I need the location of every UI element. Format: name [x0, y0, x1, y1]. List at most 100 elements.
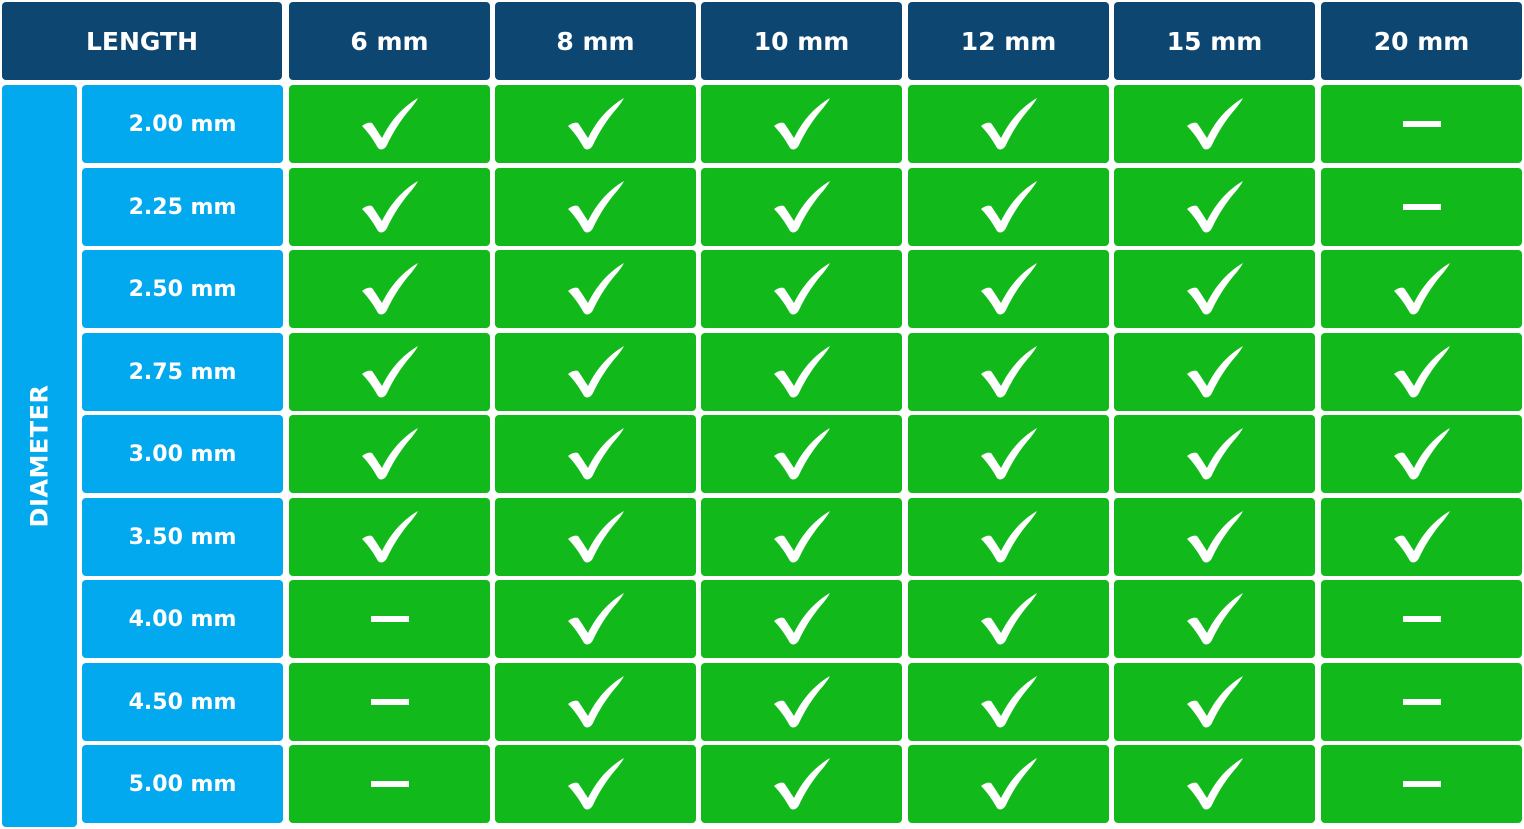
- table-cell: [908, 663, 1109, 741]
- check-icon: [980, 98, 1037, 150]
- check-icon: [1393, 511, 1450, 563]
- table-cell: [289, 663, 490, 741]
- table-cell: [1321, 85, 1522, 163]
- check-icon: [773, 428, 830, 480]
- check-icon: [980, 263, 1037, 315]
- check-icon: [1186, 428, 1243, 480]
- table-cell: [495, 580, 696, 658]
- check-icon: [567, 593, 624, 645]
- column-header: 15 mm: [1114, 2, 1315, 80]
- table-cell: [908, 745, 1109, 823]
- dash-icon: [1402, 616, 1441, 622]
- check-icon: [980, 676, 1037, 728]
- table-cell: [495, 168, 696, 246]
- table-cell: [495, 745, 696, 823]
- check-icon: [773, 181, 830, 233]
- table-cell: [1114, 85, 1315, 163]
- row-header: 3.00 mm: [82, 415, 283, 493]
- table-cell: [1114, 333, 1315, 411]
- table-cell: [701, 415, 902, 493]
- table-cell: [495, 333, 696, 411]
- table-cell: [495, 498, 696, 576]
- table-cell: [495, 250, 696, 328]
- table-cell: [1114, 168, 1315, 246]
- check-icon: [361, 346, 418, 398]
- check-icon: [773, 511, 830, 563]
- diameter-label: DIAMETER: [2, 85, 77, 827]
- table-cell: [289, 580, 490, 658]
- table-cell: [701, 663, 902, 741]
- table-cell: [908, 580, 1109, 658]
- table-cell: [1114, 663, 1315, 741]
- table-cell: [289, 745, 490, 823]
- check-icon: [773, 676, 830, 728]
- check-icon: [1186, 263, 1243, 315]
- check-icon: [361, 428, 418, 480]
- table-cell: [1321, 250, 1522, 328]
- check-icon: [980, 593, 1037, 645]
- check-icon: [773, 593, 830, 645]
- check-icon: [361, 263, 418, 315]
- row-header: 2.25 mm: [82, 168, 283, 246]
- check-icon: [1186, 511, 1243, 563]
- check-icon: [1186, 98, 1243, 150]
- column-header: 12 mm: [908, 2, 1109, 80]
- length-header: LENGTH: [2, 2, 282, 80]
- dash-icon: [370, 616, 409, 622]
- check-icon: [773, 263, 830, 315]
- table-cell: [289, 498, 490, 576]
- row-header: 4.50 mm: [82, 663, 283, 741]
- check-icon: [567, 676, 624, 728]
- table-cell: [701, 745, 902, 823]
- table-cell: [1321, 415, 1522, 493]
- table-cell: [289, 168, 490, 246]
- row-header: 2.00 mm: [82, 85, 283, 163]
- dash-icon: [370, 699, 409, 705]
- check-icon: [980, 181, 1037, 233]
- check-icon: [980, 758, 1037, 810]
- check-icon: [567, 263, 624, 315]
- table-cell: [701, 168, 902, 246]
- table-cell: [908, 415, 1109, 493]
- check-icon: [1186, 593, 1243, 645]
- check-icon: [980, 428, 1037, 480]
- table-cell: [495, 415, 696, 493]
- table-cell: [701, 580, 902, 658]
- table-cell: [908, 168, 1109, 246]
- table-cell: [495, 85, 696, 163]
- table-cell: [289, 250, 490, 328]
- table-cell: [1321, 580, 1522, 658]
- column-header: 6 mm: [289, 2, 490, 80]
- column-header: 8 mm: [495, 2, 696, 80]
- dash-icon: [1402, 121, 1441, 127]
- table-cell: [908, 498, 1109, 576]
- check-icon: [773, 98, 830, 150]
- table-cell: [1114, 415, 1315, 493]
- row-header: 5.00 mm: [82, 745, 283, 823]
- table-cell: [701, 250, 902, 328]
- table-cell: [701, 498, 902, 576]
- check-icon: [361, 98, 418, 150]
- table-cell: [701, 333, 902, 411]
- table-cell: [289, 333, 490, 411]
- table-cell: [1114, 745, 1315, 823]
- dash-icon: [1402, 204, 1441, 210]
- check-icon: [1393, 346, 1450, 398]
- check-icon: [1186, 346, 1243, 398]
- table-cell: [1114, 250, 1315, 328]
- table-cell: [1114, 498, 1315, 576]
- check-icon: [567, 758, 624, 810]
- check-icon: [1393, 263, 1450, 315]
- table-cell: [1321, 168, 1522, 246]
- table-cell: [701, 85, 902, 163]
- check-icon: [567, 98, 624, 150]
- table-cell: [289, 85, 490, 163]
- dash-icon: [370, 781, 409, 787]
- check-icon: [567, 346, 624, 398]
- table-cell: [1114, 580, 1315, 658]
- row-header: 2.75 mm: [82, 333, 283, 411]
- table-cell: [1321, 498, 1522, 576]
- check-icon: [1186, 181, 1243, 233]
- check-icon: [361, 181, 418, 233]
- row-header: 2.50 mm: [82, 250, 283, 328]
